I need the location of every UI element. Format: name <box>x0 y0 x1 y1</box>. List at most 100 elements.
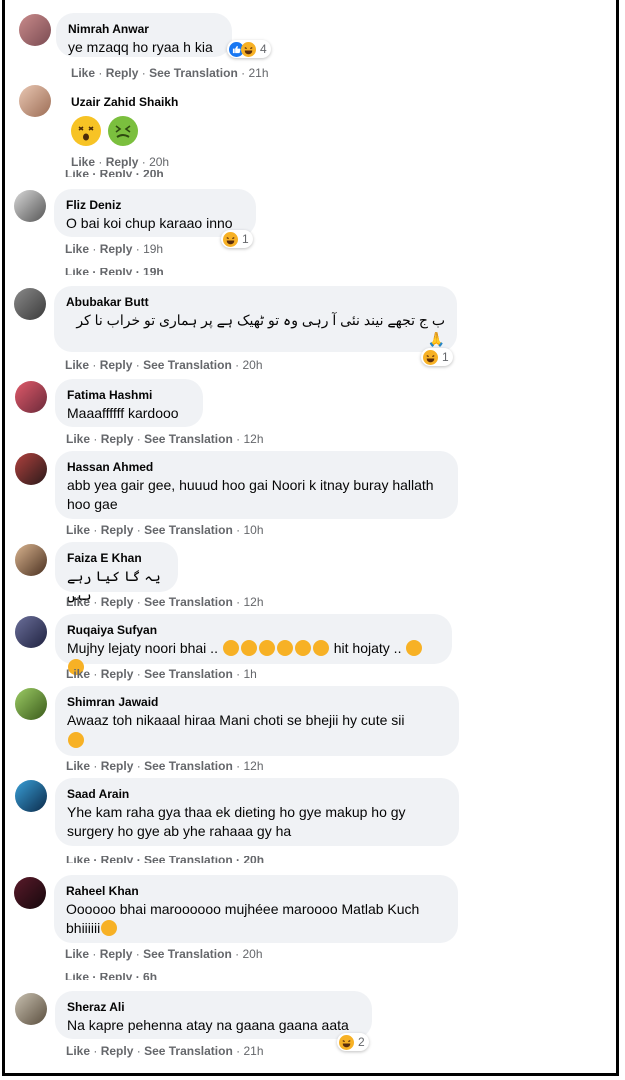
see-translation-link[interactable]: See Translation <box>143 358 232 372</box>
reply-link[interactable]: Reply <box>101 595 134 609</box>
avatar[interactable] <box>15 688 47 720</box>
comment-bubble: Faiza E Khan یہ گا کیا رہے ہیں <box>55 542 178 603</box>
like-link[interactable]: Like <box>66 1044 90 1058</box>
avatar[interactable] <box>15 381 47 413</box>
see-translation-link[interactable]: See Translation <box>144 432 233 446</box>
avatar[interactable] <box>15 993 47 1025</box>
ghost-row: Like · Reply · 19h <box>65 268 164 275</box>
commenter-name[interactable]: Hassan Ahmed <box>67 459 446 475</box>
commenter-name[interactable]: Nimrah Anwar <box>68 21 220 37</box>
reply-link[interactable]: Reply <box>101 1044 134 1058</box>
like-link[interactable]: Like <box>66 432 90 446</box>
commenter-name[interactable]: Ruqaiya Sufyan <box>67 622 440 638</box>
timestamp[interactable]: 20h <box>242 358 262 372</box>
reaction-summary[interactable]: 2 <box>337 1033 369 1051</box>
comment-text: Na kapre pehenna atay na gaana gaana aat… <box>67 1017 349 1033</box>
comment-bubble: Hassan Ahmed abb yea gair gee, huuud hoo… <box>55 451 458 519</box>
reaction-summary[interactable]: 4 <box>227 40 271 58</box>
comments-panel: Nimrah Anwar ye mzaqq ho ryaa h kia 4 Li… <box>2 0 619 1076</box>
commenter-name[interactable]: Saad Arain <box>67 786 447 802</box>
ghost-row: Like · Reply · See Translation · 20h <box>66 856 265 863</box>
timestamp[interactable]: 19h <box>143 242 163 256</box>
comment-text: Oooooo bhai maroooooo mujhéee maroooo Ma… <box>66 901 420 936</box>
rofl-emoji <box>258 640 275 656</box>
see-translation-link[interactable]: See Translation <box>144 667 233 681</box>
commenter-name[interactable]: Fliz Deniz <box>66 197 244 213</box>
timestamp[interactable]: 21h <box>248 66 268 80</box>
see-translation-link[interactable]: See Translation <box>144 1044 233 1058</box>
reply-link[interactable]: Reply <box>101 667 134 681</box>
comment-text: Maaaffffff kardooo <box>67 405 179 421</box>
commenter-name[interactable]: Raheel Khan <box>66 883 446 899</box>
comment-actions: Like · Reply · See Translation · 10h <box>66 523 264 537</box>
comment-actions: Like · Reply · See Translation · 12h <box>66 759 264 773</box>
timestamp[interactable]: 12h <box>243 595 263 609</box>
avatar[interactable] <box>14 190 46 222</box>
avatar[interactable] <box>15 544 47 576</box>
reaction-count: 1 <box>442 350 449 364</box>
comment-text: O bai koi chup karaao inno <box>66 215 233 231</box>
commenter-name[interactable]: Fatima Hashmi <box>67 387 191 403</box>
comment-actions: Like · Reply · See Translation · 21h <box>66 1044 264 1058</box>
like-link[interactable]: Like <box>71 66 95 80</box>
avatar[interactable] <box>15 780 47 812</box>
commenter-name[interactable]: Faiza E Khan <box>67 550 166 566</box>
reply-link[interactable]: Reply <box>100 947 133 961</box>
reaction-summary[interactable]: 1 <box>221 230 253 248</box>
comment-body: Uzair Zahid Shaikh <box>71 94 178 146</box>
rofl-emoji <box>276 640 293 656</box>
comment-actions: Like · Reply · 19h <box>65 242 164 256</box>
nauseated-face-emoji <box>108 116 139 146</box>
avatar[interactable] <box>19 85 51 117</box>
comment-bubble: Ruqaiya Sufyan Mujhy lejaty noori bhai .… <box>55 614 452 675</box>
reaction-count: 4 <box>260 42 267 56</box>
like-link[interactable]: Like <box>66 667 90 681</box>
reply-link[interactable]: Reply <box>101 523 134 537</box>
reply-link[interactable]: Reply <box>106 66 139 80</box>
see-translation-link[interactable]: See Translation <box>144 759 233 773</box>
commenter-name[interactable]: Uzair Zahid Shaikh <box>71 94 178 110</box>
reply-link[interactable]: Reply <box>101 759 134 773</box>
comment-text: abb yea gair gee, huuud hoo gai Noori k … <box>67 477 434 512</box>
comment-bubble: Sheraz Ali Na kapre pehenna atay na gaan… <box>55 991 372 1039</box>
see-translation-link[interactable]: See Translation <box>143 947 232 961</box>
timestamp[interactable]: 10h <box>243 523 263 537</box>
comment-bubble: Saad Arain Yhe kam raha gya thaa ek diet… <box>55 778 459 846</box>
rofl-emoji <box>240 640 257 656</box>
commenter-name[interactable]: Shimran Jawaid <box>67 694 447 710</box>
see-translation-link[interactable]: See Translation <box>149 66 238 80</box>
reply-link[interactable]: Reply <box>100 242 133 256</box>
avatar[interactable] <box>15 453 47 485</box>
avatar[interactable] <box>14 877 46 909</box>
like-link[interactable]: Like <box>65 947 89 961</box>
reply-link[interactable]: Reply <box>101 432 134 446</box>
comment-actions: Like · Reply · See Translation · 12h <box>66 432 264 446</box>
haha-reaction-icon <box>423 349 438 365</box>
emoji-row <box>71 116 178 146</box>
like-link[interactable]: Like <box>66 523 90 537</box>
comment-bubble: Abubakar Butt ب ج تجھے نیند نئی آ رہی وہ… <box>54 286 457 352</box>
haha-reaction-icon <box>339 1034 354 1050</box>
avatar[interactable] <box>14 288 46 320</box>
reply-link[interactable]: Reply <box>106 155 139 169</box>
reply-link[interactable]: Reply <box>100 358 133 372</box>
timestamp[interactable]: 1h <box>243 667 256 681</box>
like-link[interactable]: Like <box>65 242 89 256</box>
commenter-name[interactable]: Sheraz Ali <box>67 999 360 1015</box>
rofl-emoji <box>406 640 423 656</box>
like-link[interactable]: Like <box>71 155 95 169</box>
see-translation-link[interactable]: See Translation <box>144 523 233 537</box>
like-link[interactable]: Like <box>65 358 89 372</box>
commenter-name[interactable]: Abubakar Butt <box>66 294 445 310</box>
reaction-summary[interactable]: 1 <box>421 348 453 366</box>
timestamp[interactable]: 12h <box>243 759 263 773</box>
like-link[interactable]: Like <box>66 759 90 773</box>
timestamp[interactable]: 20h <box>149 155 169 169</box>
see-translation-link[interactable]: See Translation <box>144 595 233 609</box>
avatar[interactable] <box>19 14 51 46</box>
timestamp[interactable]: 12h <box>243 432 263 446</box>
timestamp[interactable]: 21h <box>243 1044 263 1058</box>
like-link[interactable]: Like <box>66 595 90 609</box>
avatar[interactable] <box>15 616 47 648</box>
timestamp[interactable]: 20h <box>242 947 262 961</box>
